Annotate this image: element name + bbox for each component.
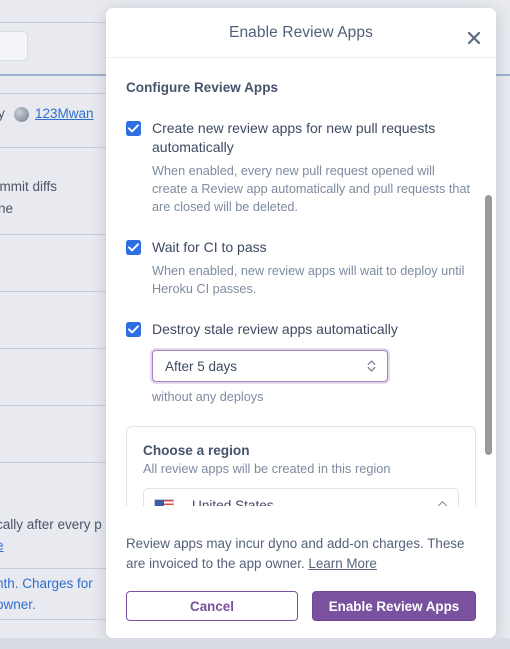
background-note-b: nth. Charges for <box>0 576 93 591</box>
modal-scroll-content: Configure Review Apps Create new review … <box>106 58 496 520</box>
background-divider <box>0 93 106 94</box>
background-author-link[interactable]: 123Mwan <box>35 106 94 121</box>
region-subtitle: All review apps will be created in this … <box>143 461 391 476</box>
checkbox-destroy-stale-review-apps[interactable] <box>126 322 141 337</box>
background-input-box <box>0 31 28 61</box>
option-help-text: When enabled, new review apps will wait … <box>152 264 465 296</box>
background-author-prefix: y <box>0 106 5 121</box>
modal-footer: Review apps may incur dyno and add-on ch… <box>106 520 496 638</box>
region-title: Choose a region <box>143 443 250 458</box>
background-divider <box>0 291 106 292</box>
option-destroy-stale-review-apps: Destroy stale review apps automatically … <box>126 320 476 404</box>
enable-review-apps-modal: Enable Review Apps Configure Review Apps… <box>106 8 496 638</box>
stale-duration-value: After 5 days <box>165 358 238 374</box>
background-divider <box>0 405 106 406</box>
background-note-a: cally after every p <box>0 517 102 532</box>
configure-section-title: Configure Review Apps <box>126 80 279 95</box>
background-note-c: owner. <box>0 597 36 612</box>
learn-more-link[interactable]: Learn More <box>308 556 376 571</box>
background-divider <box>0 619 106 620</box>
footer-actions: Cancel Enable Review Apps <box>126 591 476 621</box>
option-help-text: When enabled, every new pull request ope… <box>152 164 471 214</box>
stale-duration-select-wrap: After 5 days without any deploys <box>152 350 388 404</box>
option-label: Wait for CI to pass <box>152 239 267 255</box>
chevron-updown-icon <box>366 358 377 374</box>
stale-duration-note: without any deploys <box>152 390 264 404</box>
background-divider <box>0 147 106 148</box>
avatar <box>14 107 29 122</box>
modal-scrollbar[interactable] <box>485 58 492 520</box>
modal-header: Enable Review Apps <box>106 8 496 57</box>
cancel-button[interactable]: Cancel <box>126 591 298 621</box>
background-commit-diffs-text: ommit diffs <box>0 179 58 194</box>
checkbox-create-new-review-apps[interactable] <box>126 121 141 136</box>
background-bottom-strip <box>0 638 510 649</box>
enable-review-apps-button[interactable]: Enable Review Apps <box>312 591 476 621</box>
option-label: Destroy stale review apps automatically <box>152 321 398 337</box>
background-line-text: ne <box>0 201 14 216</box>
modal-body: Configure Review Apps Create new review … <box>106 57 496 520</box>
footer-note-text: Review apps may incur dyno and add-on ch… <box>126 536 465 571</box>
scrollbar-thumb[interactable] <box>485 195 492 455</box>
background-divider <box>0 234 106 235</box>
background-divider <box>0 348 106 349</box>
option-wait-for-ci: Wait for CI to pass When enabled, new re… <box>126 238 476 298</box>
footer-note: Review apps may incur dyno and add-on ch… <box>126 534 476 574</box>
close-icon[interactable] <box>465 29 483 47</box>
content-fade-overlay <box>106 506 496 520</box>
checkbox-wait-for-ci[interactable] <box>126 240 141 255</box>
background-note-a-link[interactable]: e <box>0 538 4 553</box>
background-divider <box>0 462 106 463</box>
page-title: Enable Review Apps <box>229 23 373 41</box>
stale-duration-select[interactable]: After 5 days <box>152 350 388 382</box>
background-divider <box>0 22 106 23</box>
option-label: Create new review apps for new pull requ… <box>152 120 436 155</box>
background-divider <box>0 568 106 569</box>
option-create-new-review-apps: Create new review apps for new pull requ… <box>126 119 476 216</box>
